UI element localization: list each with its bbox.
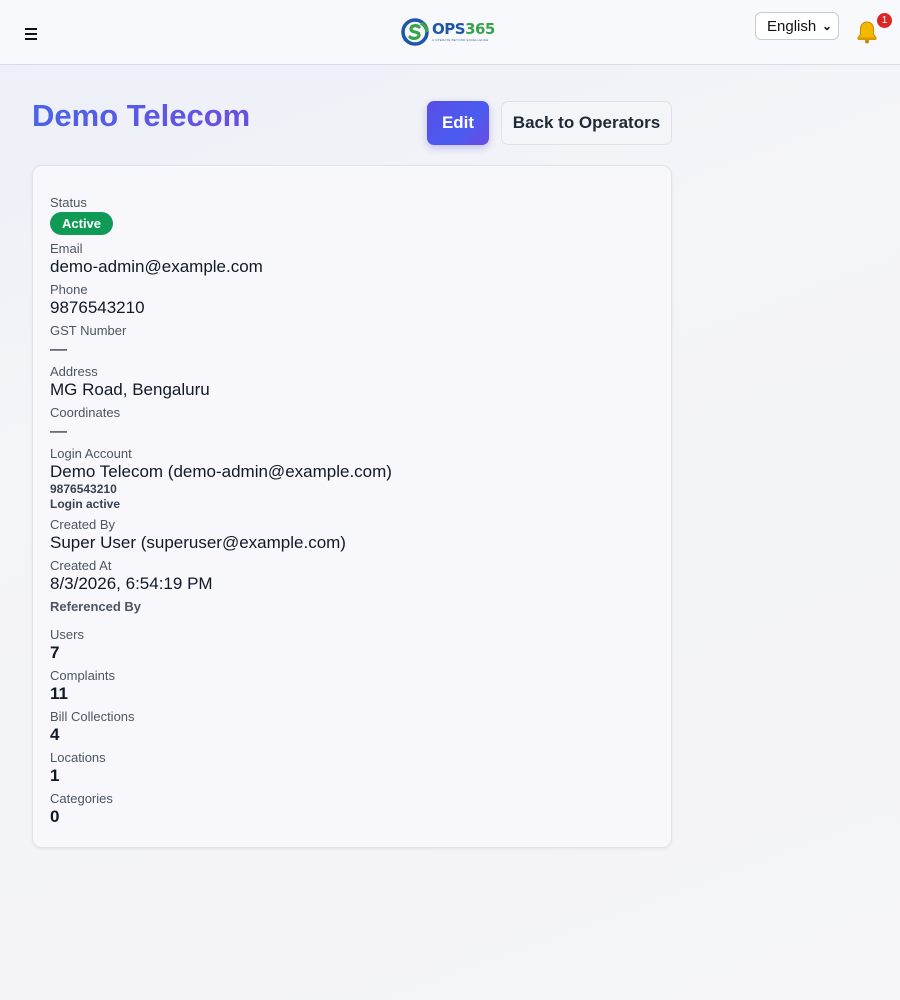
created-by-label: Created By bbox=[50, 517, 116, 532]
created-by-field: Created By Super User (superuser@example… bbox=[50, 517, 346, 553]
login-account-field: Login Account Demo Telecom (demo-admin@e… bbox=[50, 446, 392, 512]
phone-label: Phone bbox=[50, 282, 88, 297]
created-by-value: Super User (superuser@example.com) bbox=[50, 533, 346, 552]
status-badge: Active bbox=[50, 212, 114, 235]
ref-locations: Locations 1 bbox=[50, 750, 106, 786]
address-value: MG Road, Bengaluru bbox=[50, 380, 210, 399]
status-label: Status bbox=[50, 195, 87, 210]
email-label: Email bbox=[50, 241, 83, 256]
ref-bill-collections: Bill Collections 4 bbox=[50, 709, 135, 745]
gst-value: — bbox=[50, 339, 67, 358]
ref-users: Users 7 bbox=[50, 627, 84, 663]
ref-categories: Categories 0 bbox=[50, 791, 113, 827]
login-status: Login active bbox=[50, 497, 121, 511]
top-bar: OPS365 A OPERATE BEYOND EXCELLENCE Engli… bbox=[0, 0, 900, 65]
email-value: demo-admin@example.com bbox=[50, 257, 263, 276]
gst-field: GST Number — bbox=[50, 323, 126, 359]
operator-details-card: Status Active Email demo-admin@example.c… bbox=[32, 165, 672, 848]
ops365-logo-mark bbox=[401, 18, 429, 46]
back-to-operators-button[interactable]: Back to Operators bbox=[501, 101, 672, 145]
ref-count: 1 bbox=[50, 766, 60, 785]
gst-label: GST Number bbox=[50, 323, 127, 338]
created-at-value: 8/3/2026, 6:54:19 PM bbox=[50, 574, 213, 593]
brand-ops: OPS bbox=[432, 20, 466, 38]
ops365-logo[interactable]: OPS365 A OPERATE BEYOND EXCELLENCE bbox=[400, 17, 500, 47]
referenced-by-heading: Referenced By bbox=[50, 599, 142, 614]
ref-count: 7 bbox=[50, 643, 60, 662]
phone-value: 9876543210 bbox=[50, 298, 145, 317]
login-account-label: Login Account bbox=[50, 446, 132, 461]
status-field: Status Active bbox=[50, 195, 114, 235]
email-field: Email demo-admin@example.com bbox=[50, 241, 263, 277]
address-field: Address MG Road, Bengaluru bbox=[50, 364, 210, 400]
address-label: Address bbox=[50, 364, 98, 379]
ref-label: Bill Collections bbox=[50, 709, 135, 724]
created-at-field: Created At 8/3/2026, 6:54:19 PM bbox=[50, 558, 213, 594]
ref-label: Complaints bbox=[50, 668, 116, 683]
edit-button[interactable]: Edit bbox=[427, 101, 489, 145]
ref-complaints: Complaints 11 bbox=[50, 668, 115, 704]
login-account-value: Demo Telecom (demo-admin@example.com) bbox=[50, 462, 392, 481]
created-at-label: Created At bbox=[50, 558, 112, 573]
coordinates-label: Coordinates bbox=[50, 405, 121, 420]
coordinates-field: Coordinates — bbox=[50, 405, 120, 441]
ref-label: Users bbox=[50, 627, 84, 642]
login-account-phone: 9876543210 bbox=[50, 482, 117, 496]
ref-label: Categories bbox=[50, 791, 113, 806]
brand-tagline: A OPERATE BEYOND EXCELLENCE bbox=[432, 38, 489, 42]
page-title: Demo Telecom bbox=[32, 98, 251, 133]
ref-count: 11 bbox=[50, 684, 68, 703]
language-value: English bbox=[767, 17, 817, 35]
ref-label: Locations bbox=[50, 750, 106, 765]
chevron-down-icon: ⌄ bbox=[821, 19, 832, 33]
bell-icon[interactable] bbox=[855, 20, 879, 44]
ref-count: 4 bbox=[50, 725, 60, 744]
language-select[interactable]: English ⌄ bbox=[755, 12, 839, 40]
coordinates-value: — bbox=[50, 421, 67, 440]
phone-field: Phone 9876543210 bbox=[50, 282, 145, 318]
menu-icon[interactable] bbox=[22, 26, 42, 42]
brand-num: 365 bbox=[465, 20, 495, 38]
ref-count: 0 bbox=[50, 807, 60, 826]
notification-badge: 1 bbox=[877, 13, 892, 28]
